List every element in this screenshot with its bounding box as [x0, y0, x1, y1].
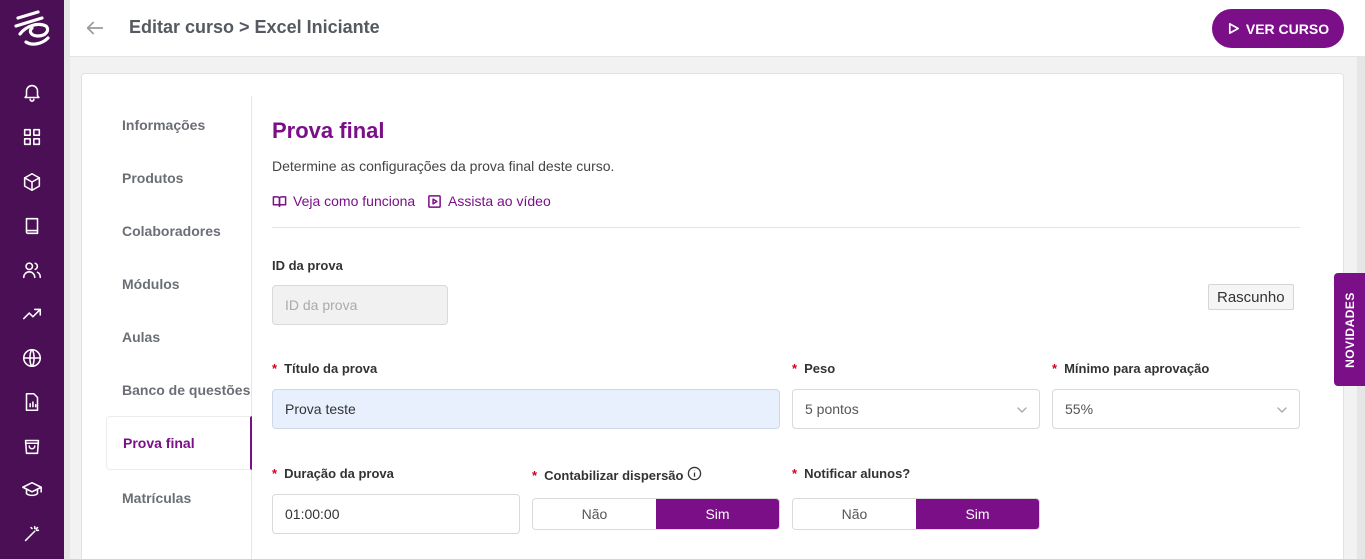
graduation-cap-icon[interactable] [20, 478, 44, 502]
weight-value: 5 pontos [805, 401, 859, 417]
notify-students-option-yes[interactable]: Sim [916, 499, 1039, 529]
app-sidebar [0, 0, 64, 559]
view-course-button[interactable]: VER CURSO [1212, 9, 1344, 48]
page-title: Editar curso > Excel Iniciante [129, 17, 380, 37]
duration-value: 01:00:00 [285, 506, 340, 522]
notify-students-toggle: Não Sim [792, 498, 1040, 530]
video-icon [428, 194, 441, 208]
min-pass-value: 55% [1065, 401, 1094, 417]
news-side-tab[interactable]: NOVIDADES [1334, 273, 1365, 386]
weight-select[interactable]: 5 pontos [792, 389, 1040, 429]
required-mark: * [272, 361, 278, 376]
required-mark: * [792, 466, 798, 481]
required-mark: * [532, 467, 538, 483]
nav-item-aulas[interactable]: Aulas [106, 310, 252, 364]
section-description: Determine as configurações da prova fina… [272, 158, 615, 174]
shopping-bag-icon[interactable] [20, 434, 44, 458]
watch-video-label: Assista ao vídeo [448, 193, 551, 209]
count-dispersion-label: * Contabilizar dispersão [532, 466, 702, 484]
status-badge: Rascunho [1208, 284, 1294, 310]
min-pass-label: * Mínimo para aprovação [1052, 361, 1209, 376]
nav-item-produtos[interactable]: Produtos [106, 151, 252, 205]
count-dispersion-option-no[interactable]: Não [533, 499, 656, 529]
chevron-down-icon [1015, 403, 1029, 417]
required-mark: * [1052, 361, 1058, 376]
nav-item-colaboradores[interactable]: Colaboradores [106, 204, 252, 258]
info-icon[interactable] [687, 466, 702, 484]
exam-title-input[interactable]: Prova teste [272, 389, 780, 429]
nav-item-informacoes[interactable]: Informações [106, 98, 252, 152]
duration-label: * Duração da prova [272, 466, 394, 481]
count-dispersion-label-text: Contabilizar dispersão [544, 467, 684, 483]
exam-id-placeholder: ID da prova [285, 297, 358, 313]
grid-icon[interactable] [20, 125, 44, 149]
how-it-works-link[interactable]: Veja como funciona [272, 193, 415, 209]
exam-title-value: Prova teste [285, 401, 356, 417]
section-divider [272, 227, 1300, 228]
course-editor-card: Informações Produtos Colaboradores Módul… [81, 73, 1344, 559]
trending-up-icon[interactable] [20, 302, 44, 326]
top-header: Editar curso > Excel Iniciante VER CURSO [70, 0, 1365, 57]
exam-id-field[interactable]: ID da prova [272, 285, 448, 325]
book-icon[interactable] [20, 214, 44, 238]
duration-label-text: Duração da prova [284, 466, 394, 481]
notify-students-option-no[interactable]: Não [793, 499, 916, 529]
play-icon [1228, 23, 1239, 34]
news-side-tab-label: NOVIDADES [1342, 291, 1357, 368]
watch-video-link[interactable]: Assista ao vídeo [427, 193, 551, 209]
count-dispersion-toggle: Não Sim [532, 498, 780, 530]
globe-icon[interactable] [20, 346, 44, 370]
bell-icon[interactable] [20, 80, 44, 104]
exam-id-label-text: ID da prova [272, 258, 343, 273]
open-book-icon [272, 195, 287, 207]
min-pass-select[interactable]: 55% [1052, 389, 1300, 429]
chevron-down-icon [1275, 403, 1289, 417]
logo-icon[interactable] [8, 4, 56, 52]
nav-item-modulos[interactable]: Módulos [106, 257, 252, 311]
weight-label-text: Peso [804, 361, 836, 376]
view-course-label: VER CURSO [1245, 20, 1330, 37]
required-mark: * [792, 361, 798, 376]
final-exam-form: Prova final Determine as configurações d… [272, 74, 1300, 559]
how-it-works-label: Veja como funciona [293, 193, 416, 209]
users-icon[interactable] [20, 258, 44, 282]
min-pass-label-text: Mínimo para aprovação [1064, 361, 1210, 376]
exam-title-label: * Título da prova [272, 361, 377, 376]
course-sections-nav: Informações Produtos Colaboradores Módul… [82, 96, 252, 559]
back-arrow-icon[interactable] [84, 17, 106, 39]
sidebar-edge [64, 0, 70, 559]
nav-item-banco-de-questoes[interactable]: Banco de questões [106, 363, 252, 417]
exam-id-label: ID da prova [272, 258, 343, 273]
exam-title-label-text: Título da prova [284, 361, 378, 376]
box-icon[interactable] [20, 170, 44, 194]
nav-item-matriculas[interactable]: Matrículas [106, 471, 252, 525]
required-mark: * [272, 466, 278, 481]
notify-students-label-text: Notificar alunos? [804, 466, 911, 481]
weight-label: * Peso [792, 361, 835, 376]
section-title: Prova final [272, 118, 385, 143]
notify-students-label: * Notificar alunos? [792, 466, 910, 481]
nav-item-prova-final[interactable]: Prova final [106, 416, 252, 470]
report-icon[interactable] [20, 390, 44, 414]
magic-wand-icon[interactable] [20, 522, 44, 546]
duration-input[interactable]: 01:00:00 [272, 494, 520, 534]
count-dispersion-option-yes[interactable]: Sim [656, 499, 779, 529]
